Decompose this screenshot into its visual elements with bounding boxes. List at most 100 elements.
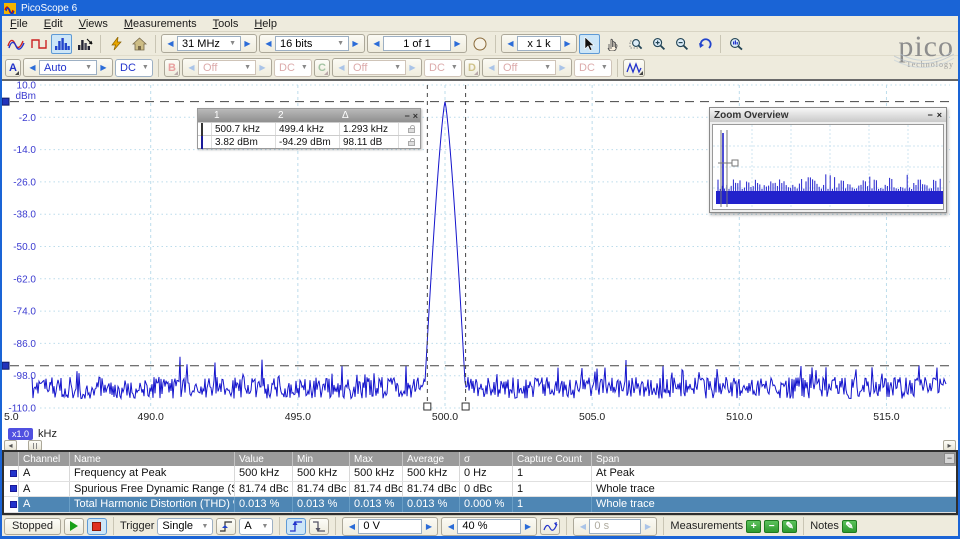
- column-header-min[interactable]: Min: [292, 452, 349, 466]
- table-row[interactable]: AFrequency at Peak500 kHz500 kHz500 kHz5…: [4, 466, 956, 482]
- channel-d-range-dropdown[interactable]: Off ▼: [498, 60, 556, 75]
- resolution-dropdown[interactable]: 16 bits ▼: [275, 36, 349, 51]
- column-header-value[interactable]: Value: [234, 452, 292, 466]
- channel-d-range-increase[interactable]: ▶: [556, 63, 569, 72]
- channel-c-coupling-dropdown[interactable]: DC ▼: [424, 59, 462, 77]
- resolution-increase-arrow[interactable]: ▶: [349, 39, 362, 48]
- spectrum-view-button[interactable]: [51, 34, 72, 54]
- buffer-position-box[interactable]: 1 of 1: [383, 36, 451, 51]
- math-channels-button[interactable]: [623, 59, 645, 77]
- holdoff-decrease[interactable]: ◀: [576, 522, 589, 531]
- zoom-overview-window[interactable]: Zoom Overview − ×: [709, 107, 947, 213]
- table-row[interactable]: ATotal Harmonic Distortion (THD) %0.013 …: [4, 497, 956, 513]
- hand-tool-button[interactable]: [602, 34, 623, 54]
- channel-a-range-decrease[interactable]: ◀: [26, 63, 39, 72]
- start-capture-button[interactable]: [64, 518, 84, 535]
- column-header-name[interactable]: Name: [69, 452, 234, 466]
- channel-b-range-decrease[interactable]: ◀: [185, 63, 198, 72]
- trigger-marker-button[interactable]: [216, 518, 236, 535]
- pretrigger-increase[interactable]: ▶: [521, 522, 534, 531]
- column-header-max[interactable]: Max: [349, 452, 402, 466]
- spectrum-plot-area[interactable]: 10.0-2.0-14.0-26.0-38.0-50.0-62.0-74.0-8…: [2, 80, 958, 450]
- zoom-overview-close-button[interactable]: ×: [937, 110, 942, 120]
- rising-edge-button[interactable]: [286, 518, 306, 535]
- normal-selection-tool-button[interactable]: [579, 34, 600, 54]
- add-measurement-button[interactable]: +: [746, 520, 761, 533]
- channel-b-options-button[interactable]: B: [164, 59, 180, 77]
- waveform-view-button[interactable]: [28, 34, 49, 54]
- trigger-level-box[interactable]: 0 V: [358, 519, 422, 534]
- menu-item-tools[interactable]: Tools: [205, 17, 247, 31]
- undo-zoom-button[interactable]: [694, 34, 715, 54]
- channel-a-range-increase[interactable]: ▶: [97, 63, 110, 72]
- lock-icon[interactable]: [408, 128, 415, 133]
- zoom-region-handle[interactable]: [732, 160, 738, 166]
- zoom-decrease-arrow[interactable]: ◀: [504, 39, 517, 48]
- stop-capture-button[interactable]: [87, 518, 107, 535]
- persistence-view-button[interactable]: [74, 34, 95, 54]
- zoom-overview-minimize-button[interactable]: −: [927, 110, 932, 120]
- channel-b-coupling-dropdown[interactable]: DC ▼: [274, 59, 312, 77]
- menu-item-measurements[interactable]: Measurements: [116, 17, 205, 31]
- channel-a-range-dropdown[interactable]: Auto ▼: [39, 60, 97, 75]
- zoom-overview-titlebar[interactable]: Zoom Overview − ×: [710, 108, 946, 122]
- delete-measurement-button[interactable]: −: [764, 520, 779, 533]
- trigger-level-increase[interactable]: ▶: [422, 522, 435, 531]
- channel-d-options-button[interactable]: D: [464, 59, 480, 77]
- marquee-zoom-tool-button[interactable]: [625, 34, 646, 54]
- column-header-capture-count[interactable]: Capture Count: [512, 452, 591, 466]
- lock-icon[interactable]: [408, 141, 415, 146]
- scope-view-button[interactable]: [5, 34, 26, 54]
- frequency-ruler-handle[interactable]: [462, 403, 469, 410]
- zoom-in-tool-button[interactable]: [648, 34, 669, 54]
- channel-d-range-decrease[interactable]: ◀: [485, 63, 498, 72]
- holdoff-increase[interactable]: ▶: [641, 522, 654, 531]
- edit-measurement-button[interactable]: ✎: [782, 520, 797, 533]
- buffer-next-arrow[interactable]: ▶: [451, 39, 464, 48]
- run-state-button[interactable]: Stopped: [4, 518, 61, 535]
- sample-rate-decrease-arrow[interactable]: ◀: [164, 39, 177, 48]
- channel-a-options-button[interactable]: A: [5, 59, 21, 77]
- buffer-overview-button[interactable]: [469, 34, 490, 54]
- ruler-box-minimize-button[interactable]: −: [404, 111, 409, 121]
- channel-d-coupling-dropdown[interactable]: DC ▼: [574, 59, 612, 77]
- edit-notes-button[interactable]: ✎: [842, 520, 857, 533]
- zoom-increase-arrow[interactable]: ▶: [561, 39, 574, 48]
- zoom-overview-button[interactable]: [726, 34, 747, 54]
- trigger-level-decrease[interactable]: ◀: [345, 522, 358, 531]
- table-row[interactable]: ASpurious Free Dynamic Range (SFDR)81.74…: [4, 482, 956, 498]
- channel-c-range-decrease[interactable]: ◀: [335, 63, 348, 72]
- ruler-legend-box[interactable]: 1 2 Δ − × 500.7 kHz 499.4 kHz 1.293 kHz …: [197, 108, 421, 149]
- menu-item-views[interactable]: Views: [71, 17, 116, 31]
- buffer-prev-arrow[interactable]: ◀: [370, 39, 383, 48]
- column-header-average[interactable]: Average: [402, 452, 459, 466]
- zoom-overview-chart[interactable]: [713, 125, 945, 209]
- channel-c-options-button[interactable]: C: [314, 59, 330, 77]
- falling-edge-button[interactable]: [309, 518, 329, 535]
- channel-b-range-dropdown[interactable]: Off ▼: [198, 60, 256, 75]
- advanced-trigger-button[interactable]: [540, 518, 560, 535]
- channel-c-range-increase[interactable]: ▶: [406, 63, 419, 72]
- menu-item-edit[interactable]: Edit: [36, 17, 71, 31]
- table-collapse-button[interactable]: −: [944, 453, 955, 464]
- channel-b-range-increase[interactable]: ▶: [256, 63, 269, 72]
- trigger-channel-dropdown[interactable]: A ▼: [239, 518, 273, 535]
- pretrigger-decrease[interactable]: ◀: [444, 522, 457, 531]
- menu-item-help[interactable]: Help: [246, 17, 285, 31]
- channel-a-coupling-dropdown[interactable]: DC ▼: [115, 59, 153, 77]
- holdoff-box[interactable]: 0 s: [589, 519, 641, 534]
- zoom-overview-body[interactable]: [712, 124, 944, 210]
- channel-c-range-dropdown[interactable]: Off ▼: [348, 60, 406, 75]
- amplitude-ruler-handle[interactable]: [2, 362, 9, 369]
- signal-generator-button[interactable]: [106, 34, 127, 54]
- amplitude-ruler-handle[interactable]: [2, 98, 9, 105]
- zoom-out-tool-button[interactable]: [671, 34, 692, 54]
- trigger-mode-dropdown[interactable]: Single ▼: [157, 518, 213, 535]
- column-header--[interactable]: σ: [459, 452, 512, 466]
- pretrigger-box[interactable]: 40 %: [457, 519, 521, 534]
- menu-item-file[interactable]: File: [2, 17, 36, 31]
- home-button[interactable]: [129, 34, 150, 54]
- ruler-box-close-button[interactable]: ×: [413, 111, 418, 121]
- zoom-factor-box[interactable]: x 1 k: [517, 36, 561, 51]
- column-header-span[interactable]: Span: [591, 452, 956, 466]
